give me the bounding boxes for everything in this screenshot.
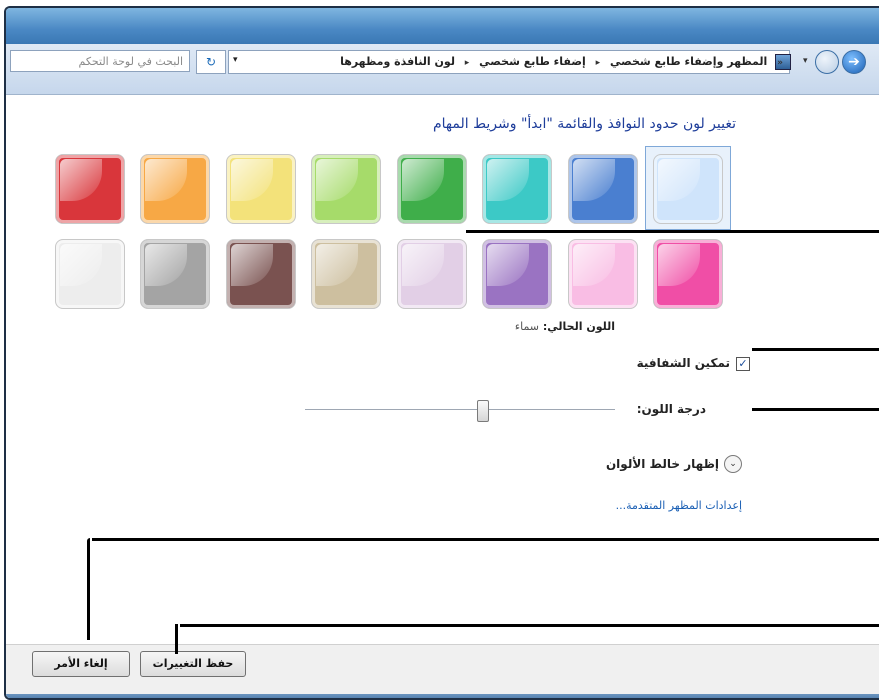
swatch-slate[interactable] (140, 239, 210, 309)
transparency-label[interactable]: تمكين الشفافية (637, 356, 730, 370)
swatch-frost[interactable] (54, 239, 125, 309)
expand-mixer-button[interactable]: ⌄ (724, 455, 742, 473)
check-icon: ✓ (738, 357, 748, 370)
callout-line (466, 230, 879, 233)
window (4, 6, 879, 700)
swatch-blush[interactable] (567, 239, 638, 309)
intensity-slider-track[interactable] (305, 409, 615, 410)
breadcrumb-appearance[interactable]: المظهر وإضفاء طابع شخصي (610, 55, 767, 68)
swatch-taupe[interactable] (311, 239, 381, 309)
color-mixer-label[interactable]: إظهار خالط الألوان (606, 457, 719, 471)
breadcrumb-window-color[interactable]: لون النافذة ومظهرها (340, 55, 455, 68)
command-bar (6, 644, 879, 698)
window-bottom-edge (6, 694, 879, 698)
current-color: اللون الحالي: سماء (515, 320, 615, 333)
callout-line (175, 624, 178, 654)
forward-button[interactable] (815, 50, 839, 74)
swatch-lime[interactable] (311, 154, 381, 224)
search-input[interactable]: البحث في لوحة التحكم (10, 50, 190, 72)
callout-line (92, 538, 879, 541)
swatch-lavender[interactable] (396, 239, 467, 309)
swatch-twilight[interactable] (567, 154, 638, 224)
current-color-label: اللون الحالي: (542, 320, 615, 333)
swatch-leaf[interactable] (396, 154, 467, 224)
intensity-slider-thumb[interactable] (476, 400, 489, 422)
callout-line (87, 538, 90, 640)
transparency-checkbox[interactable]: ✓ (736, 357, 750, 371)
swatch-orange[interactable] (140, 154, 210, 224)
swatch-red[interactable] (54, 154, 125, 224)
refresh-button[interactable]: ↻ (196, 50, 226, 74)
callout-line (752, 348, 879, 351)
page-title: تغيير لون حدود النوافذ والقائمة "ابدأ" و… (433, 116, 736, 132)
refresh-icon: ↻ (205, 55, 217, 69)
address-dropdown-icon[interactable]: ▾ (233, 55, 238, 65)
breadcrumb: « المظهر وإضفاء طابع شخصي ▸ إضفاء طابع ش… (334, 55, 783, 68)
callout-line (752, 408, 879, 411)
swatch-chocolate[interactable] (225, 239, 296, 309)
back-arrow-icon: ➔ (848, 54, 860, 70)
swatch-fuchsia[interactable] (653, 239, 723, 309)
breadcrumb-personalization[interactable]: إضفاء طابع شخصي (479, 55, 586, 68)
current-color-value: سماء (514, 320, 540, 333)
window-title-bar[interactable] (6, 8, 879, 44)
back-button[interactable]: ➔ (842, 50, 866, 74)
swatch-violet[interactable] (482, 239, 552, 309)
chevron-left-icon[interactable]: ▸ (465, 58, 470, 68)
chevron-left-icon[interactable]: ▸ (596, 58, 601, 68)
address-bar[interactable]: « المظهر وإضفاء طابع شخصي ▸ إضفاء طابع ش… (228, 50, 791, 74)
cancel-button[interactable]: إلغاء الأمر (32, 651, 130, 677)
chevron-down-icon: ⌄ (729, 459, 737, 469)
breadcrumb-overflow-icon[interactable]: « (777, 58, 783, 68)
recent-pages-dropdown[interactable]: ▾ (803, 56, 808, 66)
save-button[interactable]: حفظ التغييرات (140, 651, 246, 677)
swatch-lemon[interactable] (225, 154, 296, 224)
swatch-sea[interactable] (482, 154, 552, 224)
callout-line (180, 624, 879, 627)
intensity-label: درجة اللون: (636, 402, 706, 416)
advanced-appearance-link[interactable]: إعدادات المظهر المتقدمة... (616, 499, 742, 512)
swatch-sky[interactable] (653, 154, 723, 224)
